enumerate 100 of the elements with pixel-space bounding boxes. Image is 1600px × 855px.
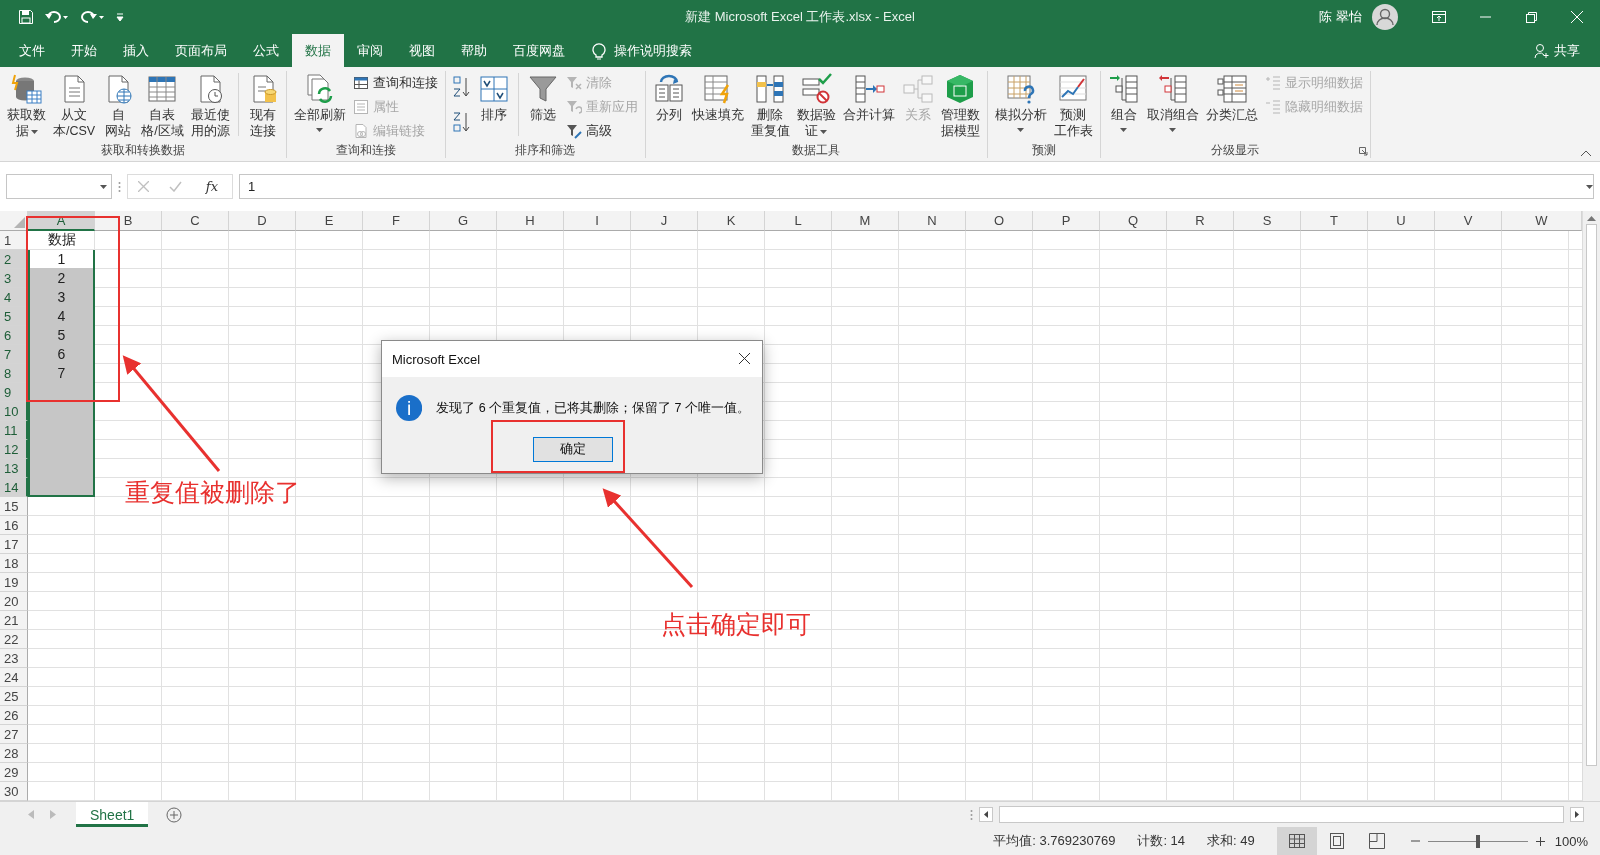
column-header[interactable]: L <box>765 211 832 231</box>
column-header[interactable]: M <box>832 211 899 231</box>
ribbon-button[interactable]: 分列 <box>649 71 688 125</box>
ribbon-button[interactable]: 预测 工作表 <box>1050 71 1096 141</box>
row-header[interactable]: 1 <box>0 231 28 250</box>
row-header[interactable]: 28 <box>0 744 28 763</box>
column-header[interactable]: I <box>564 211 631 231</box>
row-header[interactable]: 29 <box>0 763 28 782</box>
row-header[interactable]: 13 <box>0 459 28 478</box>
zoom-level[interactable]: 100% <box>1554 833 1588 849</box>
row-header[interactable]: 9 <box>0 383 28 402</box>
ribbon-tab[interactable]: 百度网盘 <box>500 34 578 67</box>
row-header[interactable]: 6 <box>0 326 28 345</box>
share-button[interactable]: 共享 <box>1528 34 1586 67</box>
column-header[interactable]: T <box>1301 211 1368 231</box>
column-header[interactable]: R <box>1167 211 1234 231</box>
row-header[interactable]: 17 <box>0 535 28 554</box>
selection-range[interactable] <box>28 250 95 497</box>
column-header[interactable]: W <box>1502 211 1582 231</box>
ribbon-button[interactable]: 自 网站 <box>99 71 138 141</box>
ribbon-button[interactable]: 管理数 据模型 <box>937 71 983 141</box>
zoom-in-icon[interactable] <box>1535 836 1545 846</box>
row-header[interactable]: 10 <box>0 402 28 421</box>
column-header[interactable]: C <box>162 211 229 231</box>
ribbon-button[interactable]: 模拟分析 <box>991 71 1050 134</box>
ok-button[interactable]: 确定 <box>533 437 613 462</box>
row-header[interactable]: 14 <box>0 478 28 497</box>
horizontal-scrollbar[interactable] <box>999 806 1564 823</box>
ribbon-button[interactable]: 现有 连接 <box>243 71 282 141</box>
ribbon-tab[interactable]: 数据 <box>292 34 344 67</box>
scroll-left-icon[interactable] <box>979 807 993 822</box>
row-header[interactable]: 8 <box>0 364 28 383</box>
row-header[interactable]: 26 <box>0 706 28 725</box>
formula-input[interactable]: 1 <box>239 174 1594 199</box>
ribbon-button[interactable]: 从文 本/CSV <box>50 71 99 141</box>
ribbon-button[interactable]: 高级 <box>562 120 641 142</box>
vertical-scrollbar[interactable] <box>1582 211 1600 801</box>
row-header[interactable]: 3 <box>0 269 28 288</box>
ribbon-button[interactable]: 筛选 <box>523 71 562 125</box>
row-header[interactable]: 11 <box>0 421 28 440</box>
column-header[interactable]: S <box>1234 211 1301 231</box>
ribbon-button[interactable]: 最近使 用的源 <box>187 71 233 141</box>
row-header[interactable]: 25 <box>0 687 28 706</box>
undo-icon[interactable] <box>44 9 70 25</box>
ribbon-tab[interactable]: 插入 <box>110 34 162 67</box>
drag-handle-icon[interactable] <box>970 808 973 821</box>
drag-handle-icon[interactable] <box>118 180 121 193</box>
insert-function-button[interactable]: fx <box>201 179 222 195</box>
column-header[interactable]: G <box>430 211 497 231</box>
select-all-corner[interactable] <box>0 211 28 231</box>
column-header[interactable]: J <box>631 211 698 231</box>
row-header[interactable]: 18 <box>0 554 28 573</box>
column-header[interactable]: D <box>229 211 296 231</box>
ribbon-tab[interactable]: 公式 <box>240 34 292 67</box>
row-header[interactable]: 4 <box>0 288 28 307</box>
ribbon-button[interactable]: 数据验 证 <box>793 71 839 141</box>
column-header[interactable]: U <box>1368 211 1435 231</box>
column-header[interactable]: N <box>899 211 966 231</box>
ribbon-button[interactable]: 排序 <box>474 71 513 125</box>
view-button[interactable] <box>1276 827 1317 855</box>
ribbon-button[interactable]: 查询和连接 <box>349 72 441 94</box>
row-header[interactable]: 5 <box>0 307 28 326</box>
ribbon-button[interactable]: 删除 重复值 <box>747 71 793 141</box>
column-header[interactable]: V <box>1435 211 1502 231</box>
ribbon-button[interactable]: 全部刷新 <box>290 71 349 134</box>
avatar-icon[interactable] <box>1372 4 1398 30</box>
ribbon-button[interactable]: 快速填充 <box>688 71 747 125</box>
ribbon-button[interactable]: 自表 格/区域 <box>138 71 187 141</box>
column-header[interactable]: Q <box>1100 211 1167 231</box>
lightbulb-icon[interactable] <box>592 41 606 60</box>
ribbon-tab[interactable]: 审阅 <box>344 34 396 67</box>
column-header[interactable]: P <box>1033 211 1100 231</box>
row-header[interactable]: 30 <box>0 782 28 801</box>
ribbon-button[interactable]: 分类汇总 <box>1202 71 1261 125</box>
add-sheet-icon[interactable] <box>166 806 183 823</box>
row-header[interactable]: 19 <box>0 573 28 592</box>
ribbon-button[interactable]: 合并计算 <box>839 71 898 125</box>
redo-icon[interactable] <box>80 9 106 25</box>
row-header[interactable]: 2 <box>0 250 28 269</box>
row-header[interactable]: 16 <box>0 516 28 535</box>
tell-me-search[interactable]: 操作说明搜索 <box>614 41 692 60</box>
ribbon-tab[interactable]: 页面布局 <box>162 34 240 67</box>
column-header[interactable]: H <box>497 211 564 231</box>
sheet-tab[interactable]: Sheet1 <box>76 802 149 827</box>
row-header[interactable]: 24 <box>0 668 28 687</box>
scroll-up-icon[interactable] <box>1587 215 1596 221</box>
column-header[interactable]: B <box>95 211 162 231</box>
ribbon-tab[interactable]: 开始 <box>58 34 110 67</box>
ribbon-tab[interactable]: 帮助 <box>448 34 500 67</box>
save-icon[interactable] <box>18 9 34 25</box>
ribbon-tab[interactable]: 文件 <box>6 34 58 67</box>
row-header[interactable]: 15 <box>0 497 28 516</box>
column-header[interactable]: K <box>698 211 765 231</box>
column-header[interactable]: F <box>363 211 430 231</box>
check-icon[interactable] <box>168 181 182 193</box>
row-header[interactable]: 23 <box>0 649 28 668</box>
ribbon-button[interactable]: 获取数 据 <box>4 71 49 141</box>
customize-icon[interactable] <box>116 12 124 22</box>
row-header[interactable]: 12 <box>0 440 28 459</box>
row-header[interactable]: 22 <box>0 630 28 649</box>
